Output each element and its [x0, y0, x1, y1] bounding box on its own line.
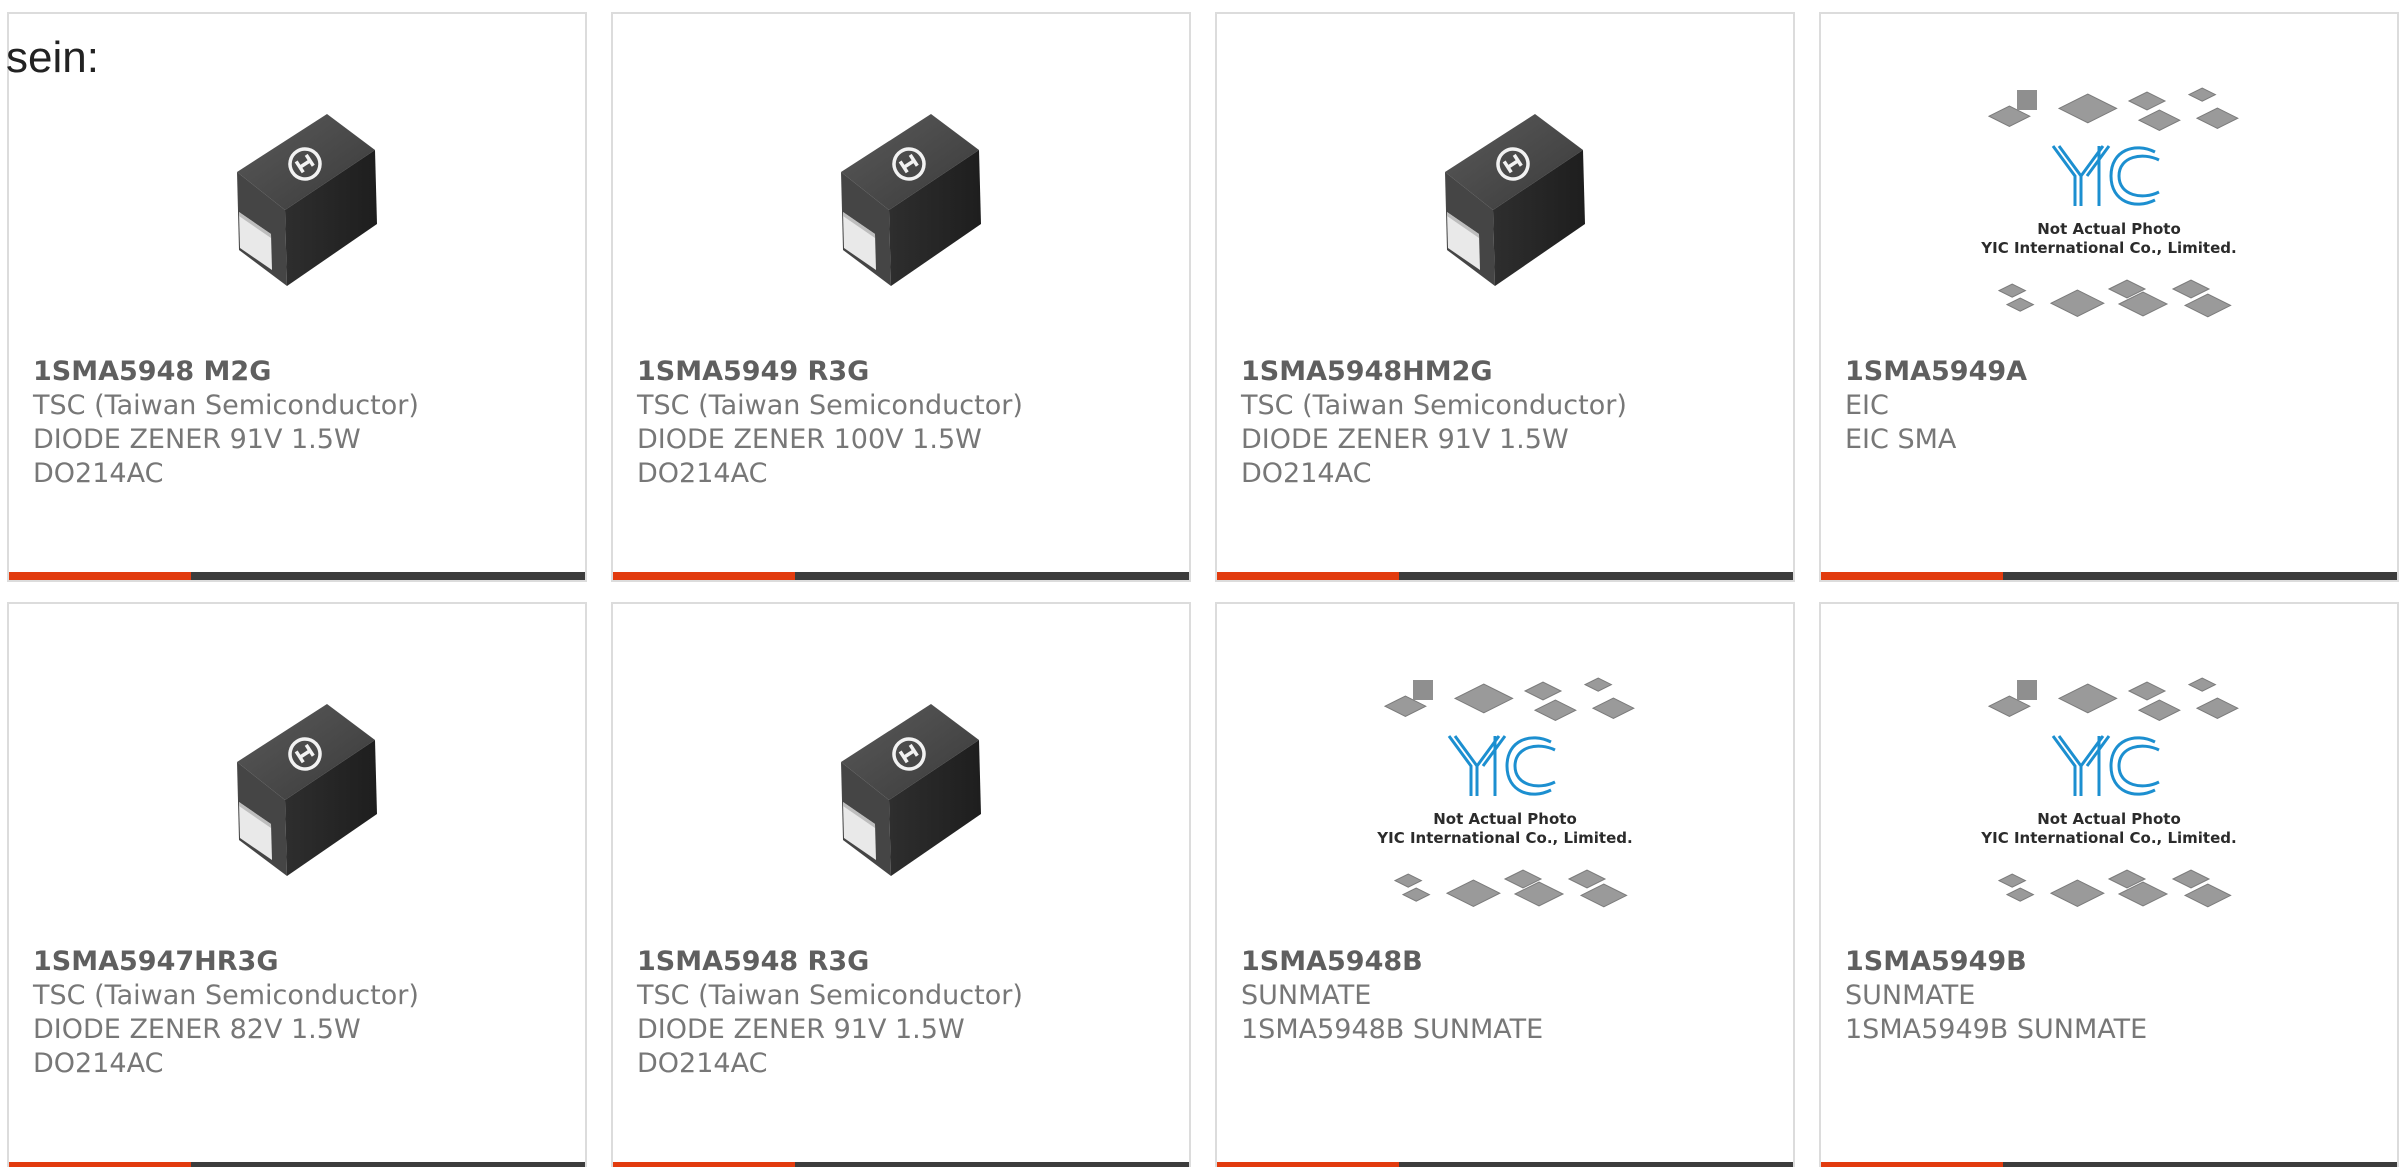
- placeholder-line1: Not Actual Photo: [1433, 810, 1577, 828]
- component-icons-bottom: [1997, 869, 2232, 908]
- product-card[interactable]: 1SMA5947HR3G TSC (Taiwan Semiconductor) …: [7, 602, 587, 1167]
- description: 1SMA5949B SUNMATE: [1845, 1014, 2148, 1045]
- card-accent-bar: [1217, 572, 1399, 580]
- part-number[interactable]: 1SMA5948 M2G: [33, 355, 419, 389]
- product-image: [613, 674, 1189, 914]
- part-number[interactable]: 1SMA5948B: [1241, 945, 1543, 979]
- product-card[interactable]: 1SMA5949 R3G TSC (Taiwan Semiconductor) …: [611, 12, 1191, 582]
- sma-diode-icon: [841, 704, 981, 876]
- part-number[interactable]: 1SMA5947HR3G: [33, 945, 419, 979]
- product-info: 1SMA5948 R3G TSC (Taiwan Semiconductor) …: [637, 945, 1023, 1081]
- product-image: Not Actual Photo YIC International Co., …: [1821, 84, 2397, 324]
- product-image: [613, 84, 1189, 324]
- manufacturer: SUNMATE: [1241, 980, 1372, 1011]
- product-info: 1SMA5947HR3G TSC (Taiwan Semiconductor) …: [33, 945, 419, 1081]
- manufacturer: TSC (Taiwan Semiconductor): [33, 390, 419, 421]
- yic-placeholder-image: Not Actual Photo YIC International Co., …: [1376, 677, 1635, 908]
- sma-diode-icon: [237, 114, 377, 286]
- intro-text: sein:: [6, 33, 99, 82]
- description: 1SMA5948B SUNMATE: [1241, 1014, 1544, 1045]
- card-accent-bar: [1821, 572, 2003, 580]
- part-number[interactable]: 1SMA5949B: [1845, 945, 2147, 979]
- yic-placeholder-image: Not Actual Photo YIC International Co., …: [1980, 87, 2239, 318]
- part-number[interactable]: 1SMA5949A: [1845, 355, 2027, 389]
- product-image: [9, 674, 585, 914]
- card-accent-bar: [1217, 1162, 1399, 1167]
- product-image: Not Actual Photo YIC International Co., …: [1821, 674, 2397, 914]
- yic-logo: [1447, 735, 1556, 796]
- package: DO214AC: [637, 1048, 768, 1079]
- card-bottom-bar: [9, 572, 585, 580]
- package: DO214AC: [1241, 458, 1372, 489]
- card-bottom-bar: [1821, 1162, 2397, 1167]
- product-card[interactable]: Not Actual Photo YIC International Co., …: [1819, 12, 2399, 582]
- yic-placeholder-image: Not Actual Photo YIC International Co., …: [1980, 677, 2239, 908]
- manufacturer: TSC (Taiwan Semiconductor): [637, 980, 1023, 1011]
- part-number[interactable]: 1SMA5948HM2G: [1241, 355, 1627, 389]
- product-card[interactable]: 1SMA5948 M2G TSC (Taiwan Semiconductor) …: [7, 12, 587, 582]
- description: DIODE ZENER 82V 1.5W: [33, 1014, 361, 1045]
- placeholder-line1: Not Actual Photo: [2037, 810, 2181, 828]
- manufacturer: TSC (Taiwan Semiconductor): [33, 980, 419, 1011]
- product-card[interactable]: 1SMA5948 R3G TSC (Taiwan Semiconductor) …: [611, 602, 1191, 1167]
- component-icons-bottom: [1393, 869, 1628, 908]
- product-image: Not Actual Photo YIC International Co., …: [1217, 674, 1793, 914]
- card-accent-bar: [613, 572, 795, 580]
- manufacturer: EIC: [1845, 390, 1889, 421]
- product-info: 1SMA5949 R3G TSC (Taiwan Semiconductor) …: [637, 355, 1023, 491]
- card-accent-bar: [613, 1162, 795, 1167]
- card-bottom-bar: [613, 572, 1189, 580]
- component-icons-top: [1383, 677, 1635, 721]
- card-bottom-bar: [9, 1162, 585, 1167]
- manufacturer: TSC (Taiwan Semiconductor): [637, 390, 1023, 421]
- card-accent-bar: [1821, 1162, 2003, 1167]
- description: EIC SMA: [1845, 424, 1957, 455]
- product-grid: 1SMA5948 M2G TSC (Taiwan Semiconductor) …: [7, 12, 2399, 1167]
- card-accent-bar: [9, 1162, 191, 1167]
- part-number[interactable]: 1SMA5948 R3G: [637, 945, 1023, 979]
- description: DIODE ZENER 100V 1.5W: [637, 424, 982, 455]
- card-bottom-bar: [1217, 572, 1793, 580]
- product-info: 1SMA5949A EIC EIC SMA: [1845, 355, 2027, 457]
- placeholder-line1: Not Actual Photo: [2037, 220, 2181, 238]
- description: DIODE ZENER 91V 1.5W: [33, 424, 361, 455]
- card-bottom-bar: [1821, 572, 2397, 580]
- component-icons-bottom: [1997, 279, 2232, 318]
- product-card[interactable]: Not Actual Photo YIC International Co., …: [1819, 602, 2399, 1167]
- manufacturer: SUNMATE: [1845, 980, 1976, 1011]
- product-info: 1SMA5948B SUNMATE 1SMA5948B SUNMATE: [1241, 945, 1543, 1047]
- product-info: 1SMA5948 M2G TSC (Taiwan Semiconductor) …: [33, 355, 419, 491]
- description: DIODE ZENER 91V 1.5W: [1241, 424, 1569, 455]
- placeholder-line2: YIC International Co., Limited.: [1980, 829, 2236, 847]
- product-card[interactable]: 1SMA5948HM2G TSC (Taiwan Semiconductor) …: [1215, 12, 1795, 582]
- yic-logo: [2051, 145, 2160, 206]
- package: DO214AC: [33, 458, 164, 489]
- description: DIODE ZENER 91V 1.5W: [637, 1014, 965, 1045]
- placeholder-line2: YIC International Co., Limited.: [1376, 829, 1632, 847]
- card-accent-bar: [9, 572, 191, 580]
- product-card[interactable]: Not Actual Photo YIC International Co., …: [1215, 602, 1795, 1167]
- component-icons-top: [1987, 677, 2239, 721]
- product-image: [1217, 84, 1793, 324]
- package: DO214AC: [637, 458, 768, 489]
- sma-diode-icon: [1445, 114, 1585, 286]
- product-info: 1SMA5948HM2G TSC (Taiwan Semiconductor) …: [1241, 355, 1627, 491]
- component-icons-top: [1987, 87, 2239, 131]
- part-number[interactable]: 1SMA5949 R3G: [637, 355, 1023, 389]
- yic-logo: [2051, 735, 2160, 796]
- product-info: 1SMA5949B SUNMATE 1SMA5949B SUNMATE: [1845, 945, 2147, 1047]
- manufacturer: TSC (Taiwan Semiconductor): [1241, 390, 1627, 421]
- card-bottom-bar: [1217, 1162, 1793, 1167]
- sma-diode-icon: [237, 704, 377, 876]
- product-image: [9, 84, 585, 324]
- card-bottom-bar: [613, 1162, 1189, 1167]
- placeholder-line2: YIC International Co., Limited.: [1980, 239, 2236, 257]
- sma-diode-icon: [841, 114, 981, 286]
- product-listing-page: sein: 1SMA5948 M2G TSC (Taiwan Semicondu…: [0, 0, 2400, 1167]
- package: DO214AC: [33, 1048, 164, 1079]
